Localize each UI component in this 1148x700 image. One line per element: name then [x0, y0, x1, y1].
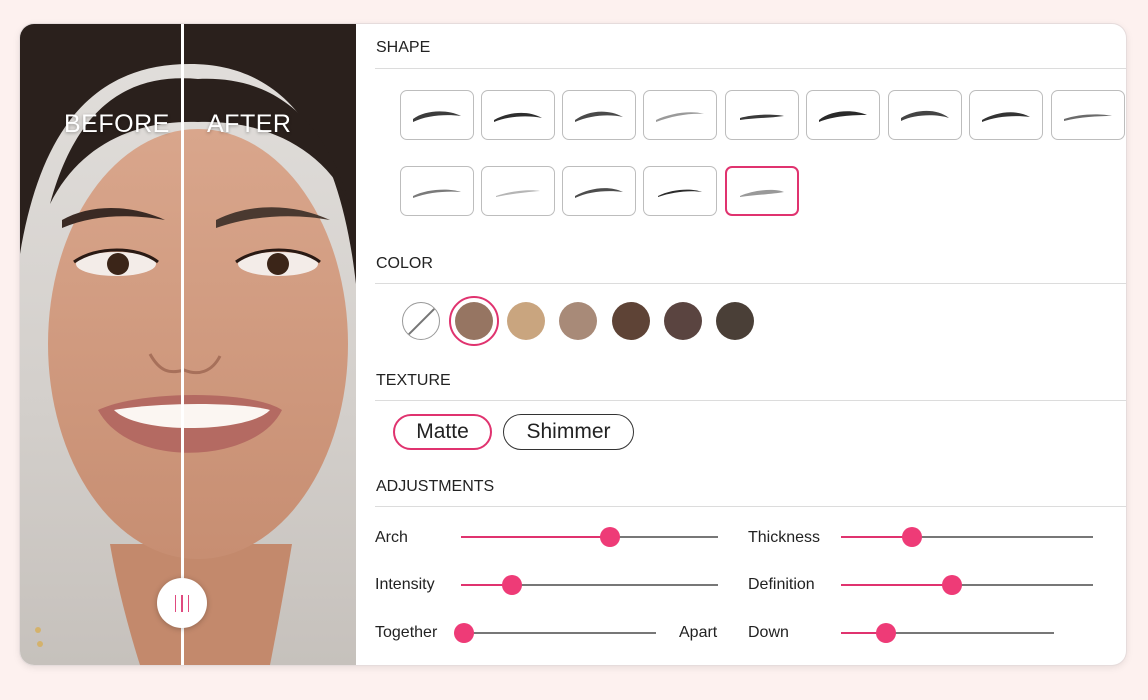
compare-divider[interactable]	[181, 24, 184, 665]
eyebrow-shape-icon	[740, 189, 784, 197]
thickness-label: Thickness	[748, 529, 821, 546]
controls-panel: SHAPE COLOR TEXTURE Matte Shimmer ADJUST…	[356, 24, 1126, 665]
slider-thumb[interactable]	[941, 575, 962, 595]
eyebrow-shape-icon	[494, 112, 542, 122]
shape-option-2[interactable]	[481, 90, 555, 140]
intensity-slider[interactable]	[461, 575, 718, 595]
shape-option-12[interactable]	[562, 166, 636, 216]
color-swatch-2[interactable]	[507, 302, 545, 340]
eyebrow-shape-icon	[575, 111, 623, 122]
adjustments-section-title: ADJUSTMENTS	[376, 478, 495, 495]
eyebrow-shape-icon	[901, 110, 949, 121]
shape-option-7[interactable]	[888, 90, 962, 140]
eyebrow-shape-icon	[819, 111, 867, 122]
before-after-photo: BEFORE AFTER	[20, 24, 356, 665]
eyebrow-shape-icon	[740, 114, 784, 120]
compare-slider-handle[interactable]	[157, 578, 207, 628]
shape-section-title: SHAPE	[376, 39, 431, 56]
slider-thumb[interactable]	[875, 623, 896, 643]
slider-thumb[interactable]	[600, 527, 621, 547]
shape-option-13[interactable]	[643, 166, 717, 216]
color-swatch-4[interactable]	[612, 302, 650, 340]
intensity-label: Intensity	[375, 576, 435, 593]
shape-option-8[interactable]	[969, 90, 1043, 140]
shape-option-4[interactable]	[643, 90, 717, 140]
shape-option-1[interactable]	[400, 90, 474, 140]
shape-option-3[interactable]	[562, 90, 636, 140]
eyebrow-shape-icon	[656, 112, 704, 122]
texture-section-title: TEXTURE	[376, 372, 451, 389]
shape-option-10[interactable]	[400, 166, 474, 216]
divider	[375, 283, 1126, 284]
color-section-title: COLOR	[376, 255, 433, 272]
definition-label: Definition	[748, 576, 815, 593]
divider	[375, 400, 1126, 401]
eyebrow-shape-icon	[496, 190, 540, 197]
divider	[375, 506, 1126, 507]
texture-shimmer-button[interactable]: Shimmer	[503, 414, 634, 450]
eyebrow-shape-icon	[1064, 114, 1112, 121]
arch-label: Arch	[375, 529, 408, 546]
before-label: BEFORE	[64, 110, 170, 138]
after-label: AFTER	[207, 110, 292, 138]
color-swatch-6[interactable]	[716, 302, 754, 340]
texture-matte-button[interactable]: Matte	[393, 414, 492, 450]
down-slider[interactable]	[841, 623, 1054, 643]
eyebrow-shape-icon	[413, 111, 461, 122]
shape-option-5[interactable]	[725, 90, 799, 140]
shape-option-9[interactable]	[1051, 90, 1125, 140]
slider-thumb[interactable]	[454, 623, 474, 643]
definition-slider[interactable]	[841, 575, 1093, 595]
shape-option-14[interactable]	[725, 166, 799, 216]
apart-label: Apart	[679, 624, 718, 641]
thickness-slider[interactable]	[841, 527, 1093, 547]
eyebrow-shape-icon	[658, 189, 702, 197]
eyebrow-shape-icon	[413, 189, 461, 198]
slider-fill	[841, 536, 912, 538]
drag-handle-icon	[172, 594, 192, 612]
slider-thumb[interactable]	[502, 575, 523, 595]
color-swatch-3[interactable]	[559, 302, 597, 340]
spacing-slider[interactable]	[454, 623, 656, 643]
shape-option-11[interactable]	[481, 166, 555, 216]
slider-thumb[interactable]	[901, 527, 922, 547]
slider-fill	[461, 536, 611, 538]
shape-option-6[interactable]	[806, 90, 880, 140]
divider	[375, 68, 1126, 69]
together-label: Together	[375, 624, 438, 641]
brow-tryon-card: BEFORE AFTER SHAPE COLOR TEXTURE Matte S…	[20, 24, 1126, 665]
color-swatch-1[interactable]	[455, 302, 493, 340]
down-label: Down	[748, 624, 789, 641]
eyebrow-shape-icon	[982, 112, 1030, 122]
no-color-icon[interactable]	[402, 302, 440, 340]
arch-slider[interactable]	[461, 527, 718, 547]
color-swatch-5[interactable]	[664, 302, 702, 340]
slider-fill	[841, 584, 952, 586]
eyebrow-shape-icon	[575, 188, 623, 198]
